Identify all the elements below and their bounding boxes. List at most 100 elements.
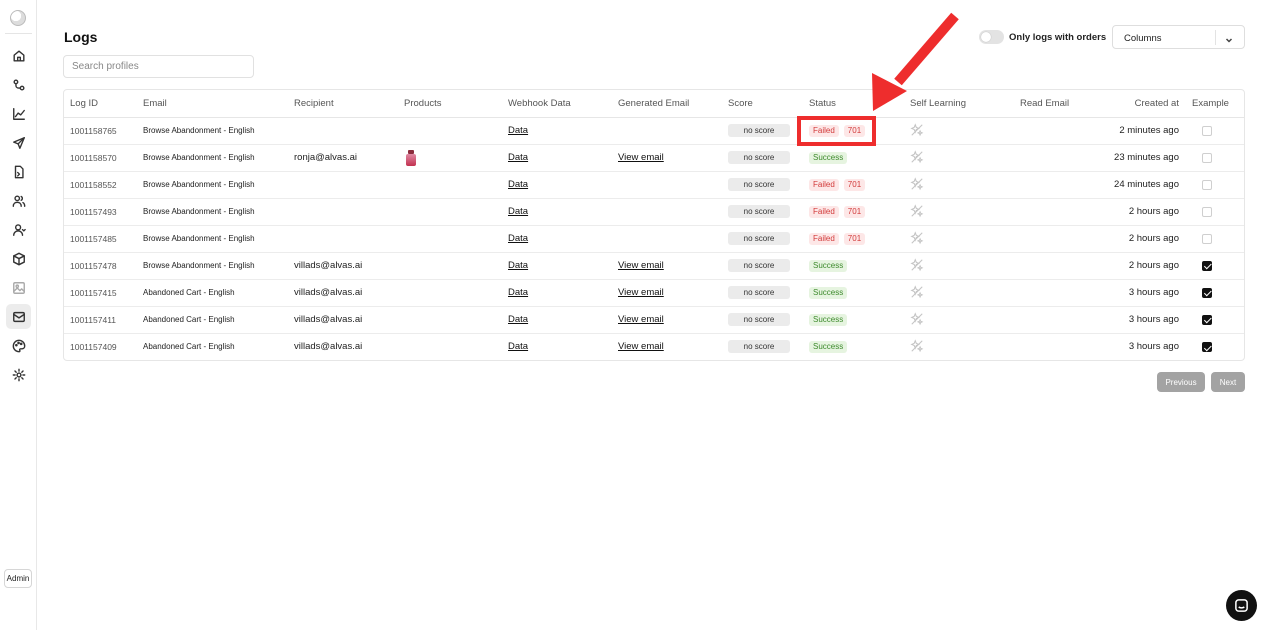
created-at-cell: 3 hours ago [1128,341,1179,353]
score-badge: no score [728,259,790,272]
chat-launcher-button[interactable] [1226,590,1257,621]
sparkle-icon[interactable] [910,122,924,137]
webhook-data-link[interactable]: Data [508,179,528,190]
column-header[interactable]: Recipient [288,90,398,118]
log-id-cell: 1001157415 [64,279,137,307]
table-row[interactable]: 1001158570 Browse Abandonment - English ro… [64,144,1244,172]
recipient-cell: villads@alvas.ai [294,341,363,353]
products-cell [398,252,502,280]
table-row[interactable]: 1001157409 Abandoned Cart - English villad… [64,333,1244,360]
table-row[interactable]: 1001157411 Abandoned Cart - English villad… [64,306,1244,334]
orders-toggle[interactable] [979,30,1004,44]
column-header[interactable]: Example [1186,90,1244,118]
admin-button[interactable]: Admin [4,569,32,588]
column-header[interactable]: Read Email [1014,90,1098,118]
example-cell [1186,306,1244,334]
sparkle-icon[interactable] [910,311,924,326]
flows-icon[interactable] [6,72,31,97]
products-cell [398,333,502,360]
webhook-data-link[interactable]: Data [508,152,528,163]
read-email-cell [1014,252,1098,280]
column-header[interactable]: Email [137,90,288,118]
product-thumbnail[interactable] [405,149,417,166]
table-row[interactable]: 1001157493 Browse Abandonment - English Da… [64,198,1244,226]
email-name-cell: Browse Abandonment - English [137,171,288,199]
sparkle-icon[interactable] [910,339,924,353]
example-checkbox[interactable] [1202,179,1212,190]
example-checkbox[interactable] [1202,206,1212,217]
webhook-data-link[interactable]: Data [508,341,528,352]
webhook-cell: Data [502,117,612,145]
sparkle-icon[interactable] [910,230,924,245]
send-icon[interactable] [6,130,31,155]
column-header[interactable]: Products [398,90,502,118]
column-header[interactable]: Status [803,90,904,118]
example-checkbox[interactable] [1202,287,1212,298]
view-email-link[interactable]: View email [618,287,664,298]
webhook-data-link[interactable]: Data [508,287,528,298]
palette-icon[interactable] [6,333,31,358]
example-checkbox[interactable] [1202,260,1212,271]
column-header[interactable]: Self Learning [904,90,1014,118]
view-email-link[interactable]: View email [618,341,664,352]
column-header[interactable]: Generated Email [612,90,722,118]
created-at-cell: 2 minutes ago [1098,117,1186,145]
settings-icon[interactable] [6,362,31,387]
next-button[interactable]: Next [1211,372,1245,392]
example-checkbox[interactable] [1202,342,1212,353]
column-header[interactable]: Created at [1098,90,1186,118]
webhook-data-link[interactable]: Data [508,314,528,325]
email-name-cell: Browse Abandonment - English [137,117,288,145]
webhook-cell: Data [502,225,612,253]
analytics-icon[interactable] [6,101,31,126]
example-checkbox[interactable] [1202,152,1212,163]
log-id-cell: 1001157478 [64,252,137,280]
table-row[interactable]: 1001158552 Browse Abandonment - English Da… [64,171,1244,199]
page-title: Logs [64,29,98,45]
example-cell [1186,252,1244,280]
search-input[interactable] [63,55,254,78]
import-icon[interactable] [6,159,31,184]
sparkle-icon[interactable] [910,203,924,218]
webhook-cell: Data [502,279,612,307]
example-checkbox[interactable] [1202,314,1212,325]
sparkle-icon[interactable] [910,176,924,191]
profiles-icon[interactable] [6,188,31,213]
products-cell [398,279,502,307]
logo-icon[interactable] [10,10,26,26]
images-icon[interactable] [6,275,31,300]
table-row[interactable]: 1001158765 Browse Abandonment - English Da… [64,117,1244,145]
sparkle-icon[interactable] [910,257,924,272]
sparkle-icon[interactable] [910,284,924,299]
sparkle-icon[interactable] [910,149,924,164]
webhook-data-link[interactable]: Data [508,260,528,271]
columns-select[interactable]: Columns [1112,25,1245,49]
logs-icon[interactable] [6,304,31,329]
log-id-cell: 1001157493 [64,198,137,226]
status-badge: Success [809,286,848,299]
example-checkbox[interactable] [1202,233,1212,244]
segments-icon[interactable] [6,217,31,242]
view-email-link[interactable]: View email [618,260,664,271]
home-icon[interactable] [6,43,31,68]
column-header[interactable]: Score [722,90,803,118]
table-row[interactable]: 1001157415 Abandoned Cart - English villad… [64,279,1244,307]
table-row[interactable]: 1001157478 Browse Abandonment - English vi… [64,252,1244,280]
example-checkbox[interactable] [1202,125,1212,136]
view-email-link[interactable]: View email [618,152,664,163]
table-row[interactable]: 1001157485 Browse Abandonment - English Da… [64,225,1244,253]
status-cell: Failed 701 [803,198,904,226]
webhook-data-link[interactable]: Data [508,206,528,217]
recipient-cell [288,225,398,253]
webhook-cell: Data [502,198,612,226]
previous-button[interactable]: Previous [1157,372,1205,392]
products-cell [398,171,502,199]
read-email-cell [1014,117,1098,145]
webhook-data-link[interactable]: Data [508,125,528,136]
webhook-data-link[interactable]: Data [508,233,528,244]
column-header[interactable]: Log ID [64,90,137,118]
view-email-link[interactable]: View email [618,314,664,325]
read-email-cell [1014,198,1098,226]
column-header[interactable]: Webhook Data [502,90,612,118]
products-icon[interactable] [6,246,31,271]
